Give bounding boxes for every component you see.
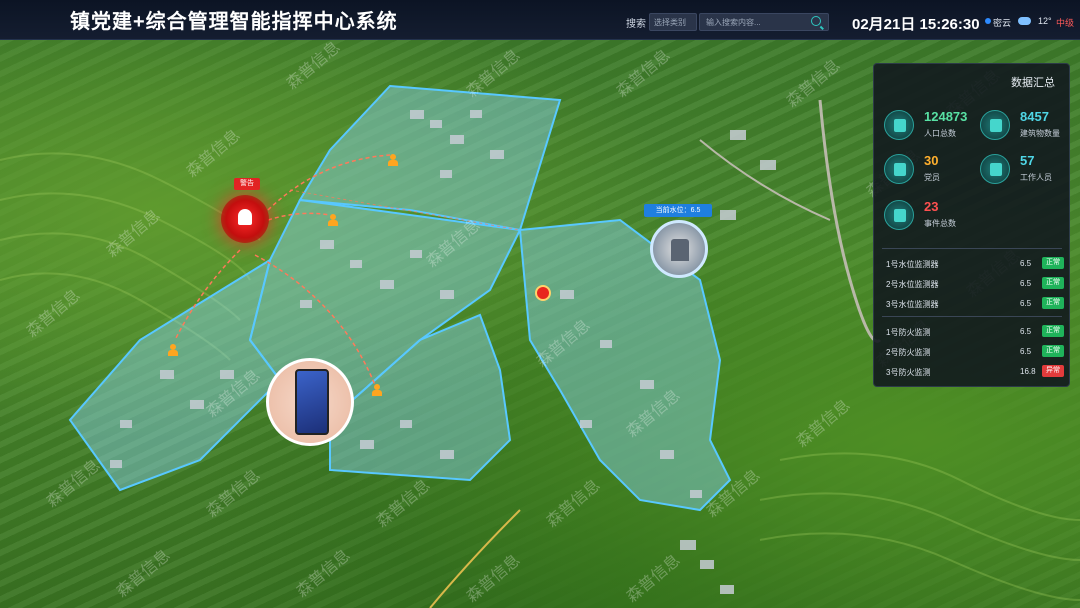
stat-party-members[interactable]: 30 党员: [884, 150, 984, 190]
divider: [882, 248, 1062, 249]
stat-value: 124873: [924, 109, 968, 124]
divider: [882, 316, 1062, 317]
location: 密云: [993, 18, 1012, 28]
stat-value: 57: [1020, 153, 1035, 168]
stat-value: 30: [924, 153, 939, 168]
stat-value: 23: [924, 199, 939, 214]
water-station-photo[interactable]: [650, 220, 708, 278]
monitor-name: 1号防火监测: [886, 328, 931, 337]
page-title: 镇党建+综合管理智能指挥中心系统: [70, 11, 398, 33]
alarm-label: 警告: [234, 178, 260, 190]
water-monitor-list: 1号水位监测器 6.5 正常 2号水位监测器 6.5 正常 3号水位监测器 6.…: [882, 256, 1064, 312]
stat-label: 事件总数: [924, 219, 956, 228]
monitor-name: 3号水位监测器: [886, 300, 939, 309]
stat-label: 人口总数: [924, 129, 956, 138]
personnel-pin-icon[interactable]: [328, 214, 338, 226]
mobile-app-photo[interactable]: [266, 358, 354, 446]
stat-events[interactable]: 23 事件总数: [884, 196, 984, 236]
personnel-pin-icon[interactable]: [372, 384, 382, 396]
staff-icon: [980, 154, 1010, 184]
stat-population[interactable]: 124873 人口总数: [884, 106, 984, 146]
status-badge: 正常: [1042, 257, 1064, 269]
top-bar: 镇党建+综合管理智能指挥中心系统 搜索 选择类别 输入搜索内容... 02月21…: [0, 0, 1080, 40]
status-badge: 正常: [1042, 345, 1064, 357]
monitor-row[interactable]: 1号水位监测器 6.5 正常: [882, 256, 1064, 272]
population-icon: [884, 110, 914, 140]
party-member-icon: [884, 154, 914, 184]
monitor-name: 3号防火监测: [886, 368, 931, 377]
monitor-name: 2号水位监测器: [886, 280, 939, 289]
water-level-tag: 当前水位：6.5: [644, 204, 712, 217]
status-badge: 正常: [1042, 325, 1064, 337]
air-quality: 中级: [1056, 18, 1075, 28]
stat-staff[interactable]: 57 工作人员: [980, 150, 1080, 190]
monitor-row[interactable]: 2号水位监测器 6.5 正常: [882, 276, 1064, 292]
personnel-pin-icon[interactable]: [388, 154, 398, 166]
monitor-value: 6.5: [1020, 279, 1032, 288]
stat-label: 建筑物数量: [1020, 129, 1060, 138]
monitor-row[interactable]: 3号防火监测 16.8 异常: [882, 364, 1064, 380]
cloud-icon: [1018, 17, 1031, 25]
monitor-name: 1号水位监测器: [886, 260, 939, 269]
monitor-value: 6.5: [1020, 259, 1032, 268]
building-icon: [980, 110, 1010, 140]
monitor-value: 6.5: [1020, 299, 1032, 308]
fire-monitor-list: 1号防火监测 6.5 正常 2号防火监测 6.5 正常 3号防火监测 16.8 …: [882, 324, 1064, 380]
search-label: 搜索: [626, 19, 646, 30]
monitor-value: 16.8: [1020, 367, 1036, 376]
status-badge: 正常: [1042, 297, 1064, 309]
monitor-row[interactable]: 2号防火监测 6.5 正常: [882, 344, 1064, 360]
search-input[interactable]: 输入搜索内容...: [699, 13, 829, 31]
monitor-value: 6.5: [1020, 327, 1032, 336]
party-emblem-icon[interactable]: [535, 285, 551, 301]
monitor-row[interactable]: 1号防火监测 6.5 正常: [882, 324, 1064, 340]
status-badge: 正常: [1042, 277, 1064, 289]
temperature: 12°: [1038, 16, 1052, 26]
status-badge: 异常: [1042, 365, 1064, 377]
monitor-row[interactable]: 3号水位监测器 6.5 正常: [882, 296, 1064, 312]
category-select[interactable]: 选择类别: [649, 13, 697, 31]
datetime: 02月21日 15:26:30: [852, 16, 980, 33]
stat-label: 工作人员: [1020, 173, 1052, 182]
personnel-pin-icon[interactable]: [168, 344, 178, 356]
alarm-bell-icon[interactable]: [221, 195, 269, 243]
stat-buildings[interactable]: 8457 建筑物数量: [980, 106, 1080, 146]
monitor-name: 2号防火监测: [886, 348, 931, 357]
stat-label: 党员: [924, 173, 940, 182]
data-summary-panel: 数据汇总 124873 人口总数 8457 建筑物数量 30 党员 57 工作人…: [873, 63, 1070, 387]
search-icon[interactable]: [811, 16, 821, 26]
stat-value: 8457: [1020, 109, 1049, 124]
location-icon: [985, 18, 991, 24]
event-icon: [884, 200, 914, 230]
monitor-value: 6.5: [1020, 347, 1032, 356]
panel-title: 数据汇总: [1011, 77, 1055, 89]
